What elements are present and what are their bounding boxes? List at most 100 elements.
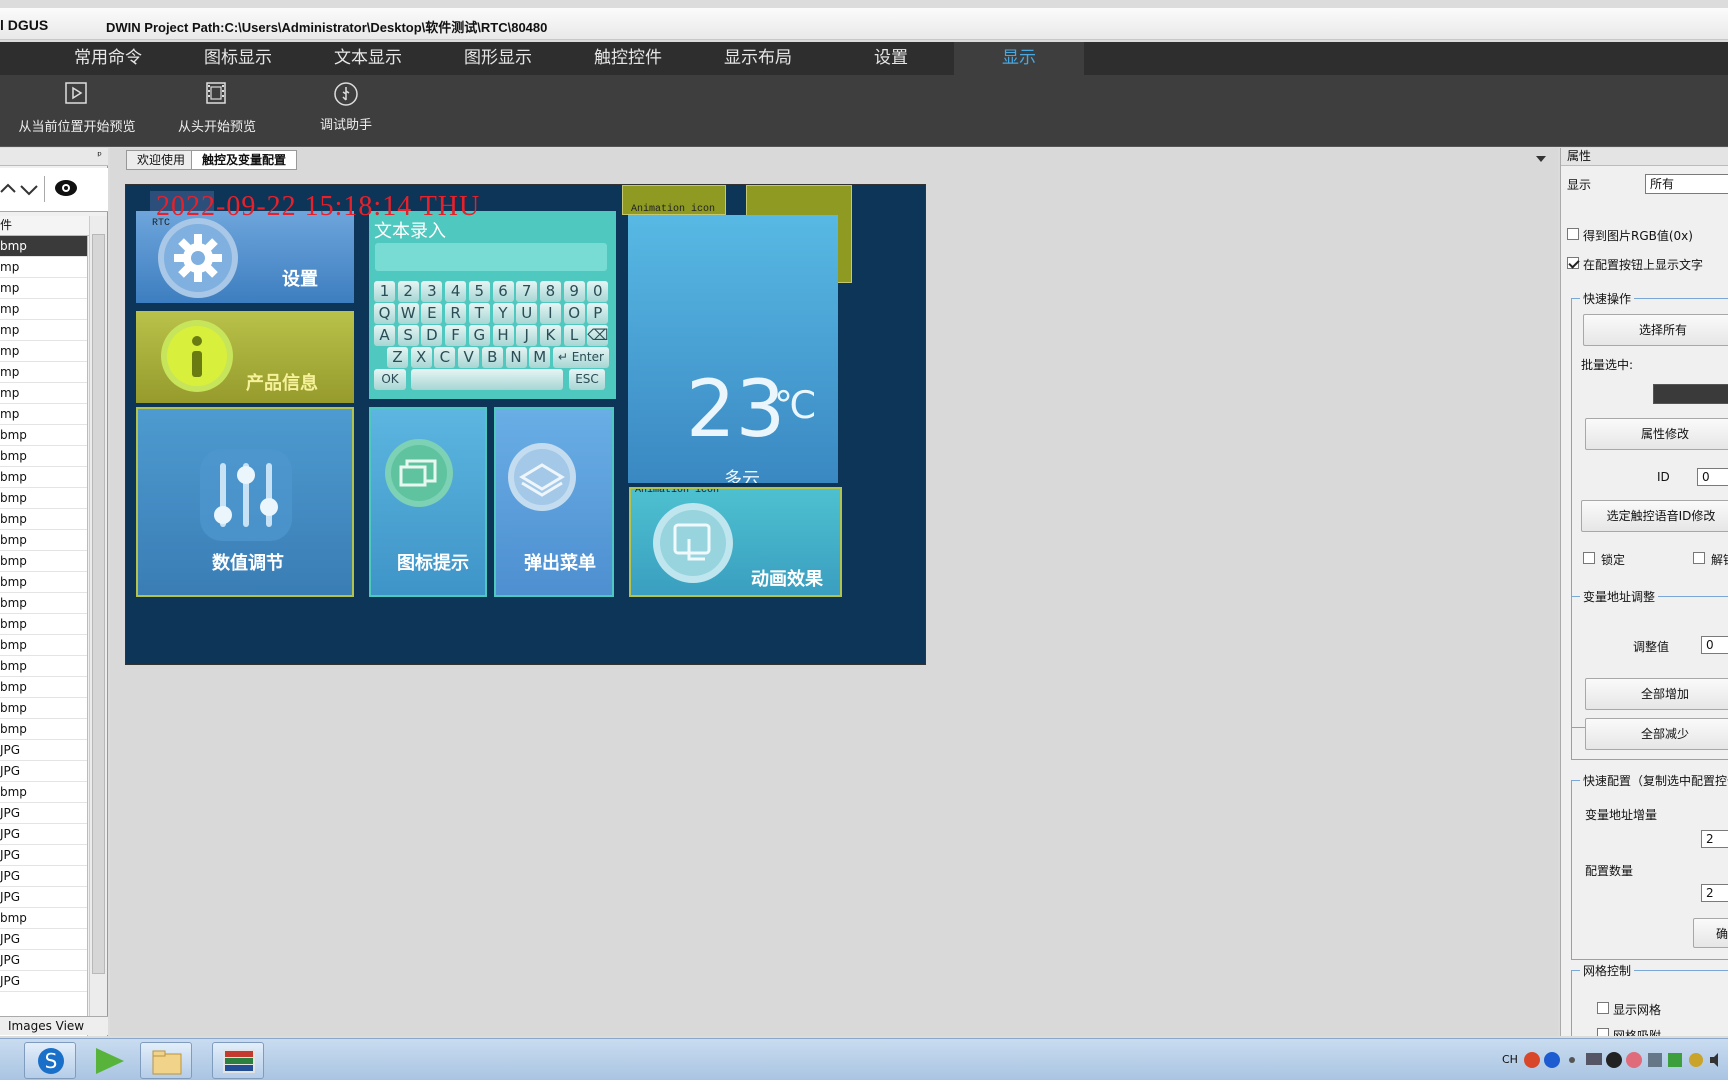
debug-assistant-button[interactable]: 调试助手 [296, 75, 396, 147]
file-list-item[interactable]: JPG [0, 929, 87, 950]
tab-dropdown-icon[interactable] [1536, 156, 1546, 162]
file-list-item[interactable]: bmp [0, 236, 87, 257]
keyboard-key[interactable]: ⌫ [587, 325, 609, 346]
keyboard-key[interactable]: Z [387, 347, 408, 368]
file-list-item[interactable]: JPG [0, 824, 87, 845]
file-list-item[interactable]: bmp [0, 908, 87, 929]
file-list-item[interactable]: JPG [0, 971, 87, 992]
keyboard-key[interactable]: I [539, 303, 561, 324]
taskbar-explorer[interactable] [140, 1042, 192, 1079]
file-list-item[interactable]: bmp [0, 446, 87, 467]
menu-settings[interactable]: 设置 [874, 42, 908, 75]
show-grid-checkbox[interactable] [1597, 1002, 1609, 1014]
file-list-item[interactable]: mp [0, 278, 87, 299]
file-list-item[interactable]: JPG [0, 740, 87, 761]
file-list-item[interactable]: bmp [0, 719, 87, 740]
popup-menu-tile[interactable]: 弹出菜单 [494, 407, 614, 597]
taskbar-dgus[interactable] [212, 1042, 264, 1079]
batch-select-dropdown[interactable] [1653, 384, 1728, 404]
value-adjust-tile[interactable]: 数值调节 [136, 407, 354, 597]
tray-icons[interactable] [1524, 1049, 1724, 1071]
menu-display-layout[interactable]: 显示布局 [724, 42, 792, 75]
file-list-item[interactable]: mp [0, 299, 87, 320]
taskbar-app-1[interactable]: S [24, 1042, 76, 1079]
tab-welcome[interactable]: 欢迎使用 [126, 150, 197, 170]
file-list-item[interactable]: JPG [0, 887, 87, 908]
input-language-indicator[interactable]: CH [1502, 1053, 1518, 1066]
icon-hint-tile[interactable]: 图标提示 [369, 407, 487, 597]
keyboard-key[interactable]: D [421, 325, 443, 346]
keyboard-key[interactable]: H [492, 325, 514, 346]
keyboard-key[interactable]: S [397, 325, 419, 346]
keyboard-key[interactable]: 5 [468, 281, 490, 302]
keyboard-key[interactable]: U [516, 303, 538, 324]
keyboard-key[interactable]: E [421, 303, 443, 324]
file-list-item[interactable]: bmp [0, 551, 87, 572]
rgb-value-checkbox[interactable] [1567, 228, 1579, 240]
file-list-item[interactable]: JPG [0, 761, 87, 782]
file-list-item[interactable]: bmp [0, 677, 87, 698]
pin-icon[interactable]: ᵖ [97, 149, 102, 162]
keyboard-key[interactable]: 3 [421, 281, 443, 302]
file-list-item[interactable]: bmp [0, 614, 87, 635]
device-screen-canvas[interactable]: RTC 设置 产品信息 数值调节 文本录入 1234567890QWERTYUI… [125, 184, 926, 665]
file-list-item[interactable]: mp [0, 257, 87, 278]
menu-display[interactable]: 显示 [954, 42, 1084, 75]
tab-touch-variable-config[interactable]: 触控及变量配置 [191, 150, 298, 170]
keyboard-key[interactable]: 0 [587, 281, 609, 302]
file-list-item[interactable]: bmp [0, 656, 87, 677]
file-list-item[interactable]: bmp [0, 530, 87, 551]
menu-text-display[interactable]: 文本显示 [334, 42, 402, 75]
animation-icon-tile-top[interactable]: Animation icon [622, 185, 726, 215]
keyboard-key[interactable]: 6 [492, 281, 514, 302]
menu-common-commands[interactable]: 常用命令 [74, 42, 142, 75]
file-list-item[interactable]: bmp [0, 698, 87, 719]
file-list-item[interactable]: bmp [0, 425, 87, 446]
keyboard-key[interactable]: 8 [539, 281, 561, 302]
scrollbar-thumb[interactable] [92, 234, 105, 974]
keyboard-key[interactable]: F [445, 325, 467, 346]
file-list-item[interactable]: bmp [0, 488, 87, 509]
file-list-item[interactable]: mp [0, 383, 87, 404]
file-list-item[interactable]: mp [0, 404, 87, 425]
config-count-input[interactable]: 2 [1701, 884, 1728, 902]
show-text-on-button-checkbox[interactable] [1567, 257, 1579, 269]
menu-touch-controls[interactable]: 触控控件 [594, 42, 662, 75]
keyboard-key[interactable]: N [505, 347, 527, 368]
lock-checkbox[interactable] [1583, 552, 1595, 564]
keyboard-key[interactable]: C [434, 347, 456, 368]
confirm-button[interactable]: 确定 [1693, 918, 1728, 948]
keyboard-key[interactable]: 1 [374, 281, 395, 302]
keyboard-ok-key[interactable]: OK [374, 369, 406, 390]
text-entry-field[interactable] [375, 243, 607, 271]
display-filter-select[interactable]: 所有 [1645, 174, 1728, 194]
file-list-item[interactable]: bmp [0, 782, 87, 803]
chevron-down-icon[interactable] [20, 181, 38, 197]
keyboard-key[interactable]: 2 [397, 281, 419, 302]
keyboard-key[interactable]: R [445, 303, 467, 324]
keyboard-key[interactable]: P [587, 303, 609, 324]
settings-tile[interactable]: RTC 设置 [136, 211, 354, 303]
eye-icon[interactable] [54, 178, 78, 198]
select-all-button[interactable]: 选择所有 [1583, 314, 1728, 346]
file-list-item[interactable]: JPG [0, 866, 87, 887]
decrease-all-button[interactable]: 全部减少 [1585, 718, 1728, 750]
keyboard-key[interactable]: J [516, 325, 538, 346]
keyboard-key[interactable]: G [468, 325, 490, 346]
var-addr-increment-input[interactable]: 2 [1701, 830, 1728, 848]
animation-effect-tile[interactable]: Animation icon 动画效果 [629, 487, 842, 597]
keyboard-key[interactable]: L [563, 325, 585, 346]
keyboard-key[interactable]: 9 [563, 281, 585, 302]
menu-icon-display[interactable]: 图标显示 [204, 42, 272, 75]
unlock-checkbox[interactable] [1693, 552, 1705, 564]
taskbar-app-2[interactable] [82, 1042, 134, 1079]
keyboard-key[interactable]: Y [492, 303, 514, 324]
file-list-item[interactable]: mp [0, 341, 87, 362]
keyboard-key[interactable]: X [410, 347, 432, 368]
keyboard-key[interactable]: 4 [445, 281, 467, 302]
keyboard-space-key[interactable] [411, 369, 563, 390]
keyboard-key[interactable]: 7 [516, 281, 538, 302]
keyboard-key[interactable]: Q [374, 303, 395, 324]
keyboard-key[interactable]: A [374, 325, 395, 346]
menu-graphic-display[interactable]: 图形显示 [464, 42, 532, 75]
